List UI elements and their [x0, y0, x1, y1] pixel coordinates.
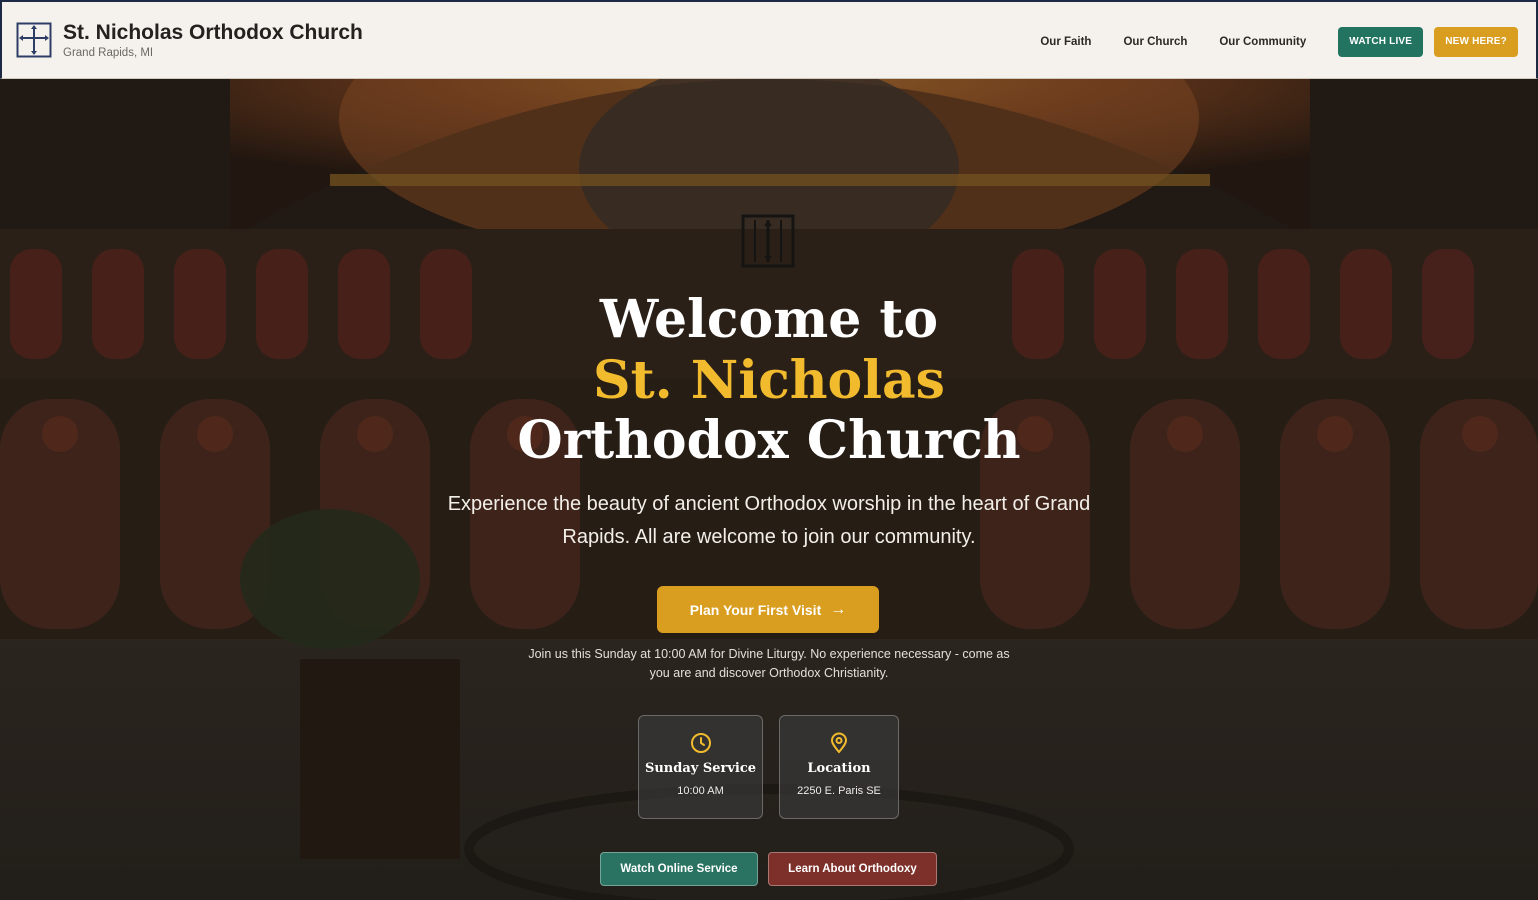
hero-title-line-2: St. Nicholas	[593, 350, 945, 411]
hero-title-line-3: Orthodox Church	[517, 410, 1021, 471]
clock-icon	[690, 733, 711, 753]
hero-title-line-1: Welcome to	[599, 289, 939, 350]
site-header: St. Nicholas Orthodox Church Grand Rapid…	[0, 0, 1538, 79]
plan-visit-button[interactable]: Plan Your First Visit →	[657, 586, 879, 633]
nav-our-community[interactable]: Our Community	[1219, 36, 1306, 48]
watch-online-service-button[interactable]: Watch Online Service	[600, 852, 758, 886]
main-nav: Our Faith Our Church Our Community WATCH…	[1040, 2, 1518, 81]
hero-section: Welcome to St. Nicholas Orthodox Church …	[0, 79, 1538, 900]
cross-logo-icon	[16, 22, 52, 58]
cross-emblem-icon	[741, 214, 795, 268]
card-value: 10:00 AM	[677, 785, 724, 797]
hero-note: Join us this Sunday at 10:00 AM for Divi…	[528, 647, 1010, 680]
nav-our-faith[interactable]: Our Faith	[1040, 36, 1091, 48]
site-title: St. Nicholas Orthodox Church	[63, 21, 363, 44]
learn-about-orthodoxy-button[interactable]: Learn About Orthodoxy	[768, 852, 937, 886]
location-card: Location 2250 E. Paris SE	[779, 715, 899, 819]
card-value: 2250 E. Paris SE	[797, 785, 881, 797]
nav-our-church[interactable]: Our Church	[1123, 36, 1187, 48]
brand-text: St. Nicholas Orthodox Church Grand Rapid…	[63, 21, 363, 59]
sunday-service-card: Sunday Service 10:00 AM	[638, 715, 763, 819]
hero-subtitle: Experience the beauty of ancient Orthodo…	[447, 493, 1091, 548]
watch-live-button[interactable]: WATCH LIVE	[1338, 26, 1424, 57]
card-title: Sunday Service	[644, 761, 757, 776]
card-title: Location	[807, 761, 871, 776]
new-here-button[interactable]: NEW HERE?	[1434, 26, 1518, 57]
plan-visit-label: Plan Your First Visit	[689, 601, 822, 618]
arrow-right-icon: →	[830, 600, 847, 618]
brand[interactable]: St. Nicholas Orthodox Church Grand Rapid…	[16, 21, 363, 59]
site-location: Grand Rapids, MI	[63, 47, 154, 59]
map-pin-icon	[830, 732, 848, 754]
